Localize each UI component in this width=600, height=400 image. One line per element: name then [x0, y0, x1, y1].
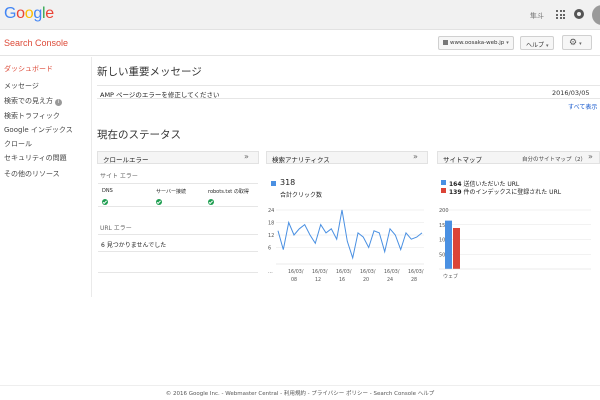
search-console-header: Search Console www.oosaka-web.jp ▾ ヘルプ ▾ ⚙…	[0, 30, 600, 56]
check-icon	[102, 199, 108, 205]
double-chevron-right-icon[interactable]: »	[413, 152, 418, 161]
footer-links[interactable]: © 2016 Google Inc. - Webmaster Central -…	[0, 389, 600, 397]
sidebar-item-messages[interactable]: メッセージ	[4, 81, 39, 91]
message-row[interactable]: AMP ページのエラーを修正してください 2016/03/05	[97, 85, 600, 99]
indexed-count: 139	[449, 189, 462, 196]
double-chevron-right-icon[interactable]: »	[244, 152, 249, 161]
sidebar-item-security-issues[interactable]: セキュリティの問題	[4, 153, 67, 163]
show-all-link[interactable]: すべて表示	[568, 102, 597, 111]
search-analytics-title: 検索アナリティクス	[272, 156, 330, 164]
y-tick-label: 18	[268, 221, 274, 227]
x-tick-label: 12	[315, 277, 321, 283]
clicks-series-line	[277, 209, 423, 260]
indexed-legend-swatch	[441, 188, 446, 193]
logo-letter: G	[4, 5, 17, 22]
x-tick-label: 16/03/	[408, 269, 424, 275]
search-analytics-header[interactable]: 検索アナリティクス »	[266, 151, 428, 164]
check-icon	[156, 199, 162, 205]
y-tick-label: 24	[268, 208, 274, 214]
x-tick-label: 16/03/	[312, 269, 328, 275]
settings-button[interactable]: ⚙ ▾	[562, 35, 592, 50]
double-chevron-right-icon[interactable]: »	[588, 152, 593, 161]
user-name-link[interactable]: 隼斗	[530, 11, 544, 21]
sidebar-item-google-index[interactable]: Google インデックス	[4, 125, 73, 135]
sitemaps-title: サイトマップ	[443, 156, 482, 164]
apps-grid-icon[interactable]	[556, 10, 565, 19]
dns-column: DNS	[102, 188, 113, 194]
site-selector-value: www.oosaka-web.jp	[450, 40, 505, 46]
sitemaps-header[interactable]: サイトマップ 自分のサイトマップ（2） »	[437, 151, 600, 164]
y-tick-label: 6	[268, 246, 271, 252]
info-icon[interactable]: i	[55, 99, 62, 106]
url-errors-row[interactable]: 6 見つかりませんでした	[98, 234, 258, 252]
server-connection-column: サーバー接続	[156, 189, 186, 195]
total-clicks-count: 318	[280, 178, 296, 187]
indexed-urls-legend: 139 件のインデックスに登録された URL	[449, 187, 561, 196]
help-button[interactable]: ヘルプ ▾	[520, 36, 554, 50]
y-tick-label: 12	[268, 233, 274, 239]
sitemap-bar-chart: 20015010050ウェブ	[439, 208, 591, 280]
sidebar-item-other-resources[interactable]: その他のリソース	[4, 169, 60, 179]
notifications-icon[interactable]	[574, 9, 584, 19]
clicks-legend-swatch	[271, 181, 276, 186]
total-clicks-label: 合計クリック数	[280, 192, 323, 199]
sidebar-item-label: 検索での見え方	[4, 97, 53, 105]
my-sitemaps-link[interactable]: 自分のサイトマップ（2）	[522, 155, 586, 163]
chevron-down-icon: ▾	[579, 41, 582, 47]
submitted-urls-bar	[445, 220, 452, 269]
sidebar-item-search-appearance[interactable]: 検索での見え方 i	[4, 96, 62, 106]
google-logo[interactable]: Google	[4, 5, 54, 23]
x-tick-label: 24	[387, 277, 393, 283]
chevron-down-icon: ▾	[546, 43, 549, 49]
site-errors-label: サイト エラー	[100, 173, 138, 180]
google-top-bar: Google 隼斗	[0, 0, 600, 30]
indexed-urls-bar	[453, 227, 460, 269]
chevron-down-icon: ▾	[506, 40, 509, 46]
account-avatar[interactable]	[592, 5, 600, 25]
logo-letter: o	[24, 5, 34, 22]
site-selector[interactable]: www.oosaka-web.jp ▾	[438, 36, 514, 50]
url-errors-label: URL エラー	[100, 225, 132, 232]
message-date: 2016/03/05	[552, 89, 590, 97]
robots-fetch-column: robots.txt の取得	[208, 189, 249, 195]
check-icon	[208, 199, 214, 205]
submitted-legend-swatch	[441, 180, 446, 185]
logo-letter: o	[16, 5, 25, 22]
url-errors-result: 6 見つかりませんでした	[101, 242, 167, 249]
clicks-line-chart: 24 18 12 6 … 16/03/08 16/03/12 16/03/16 16/03/20…	[268, 208, 424, 283]
x-tick-label: 20	[363, 277, 369, 283]
x-tick-label: 08	[291, 277, 297, 283]
x-tick-label: ウェブ	[443, 273, 458, 280]
card-divider	[98, 272, 258, 273]
footer: © 2016 Google Inc. - Webmaster Central -…	[0, 385, 600, 400]
message-text: AMP ページのエラーを修正してください	[100, 91, 220, 99]
site-favicon-icon	[443, 40, 448, 45]
site-errors-table: DNS サーバー接続 robots.txt の取得	[98, 183, 258, 207]
indexed-label: 件のインデックスに登録された URL	[463, 189, 562, 196]
crawl-errors-title: クロールエラー	[103, 156, 149, 164]
sidebar-item-search-traffic[interactable]: 検索トラフィック	[4, 111, 60, 121]
sidebar-item-crawl[interactable]: クロール	[4, 139, 32, 149]
x-tick-label: …	[268, 270, 273, 275]
x-tick-label: 16/03/	[288, 269, 304, 275]
status-title: 現在のステータス	[97, 129, 181, 141]
logo-letter: g	[33, 5, 42, 22]
gear-icon: ⚙	[569, 38, 578, 48]
sidebar-item-dashboard[interactable]: ダッシュボード	[4, 64, 53, 74]
y-tick-label: 200	[439, 208, 449, 214]
product-title[interactable]: Search Console	[4, 38, 68, 48]
help-button-label: ヘルプ	[526, 42, 545, 49]
x-tick-label: 16/03/	[384, 269, 400, 275]
messages-title: 新しい重要メッセージ	[97, 66, 202, 78]
x-tick-label: 16/03/	[360, 269, 376, 275]
x-tick-label: 16	[339, 277, 345, 283]
crawl-errors-header[interactable]: クロールエラー »	[97, 151, 259, 164]
logo-letter: e	[45, 5, 54, 22]
x-tick-label: 16/03/	[336, 269, 352, 275]
y-tick-label: 50	[439, 252, 445, 258]
x-tick-label: 28	[411, 277, 417, 283]
